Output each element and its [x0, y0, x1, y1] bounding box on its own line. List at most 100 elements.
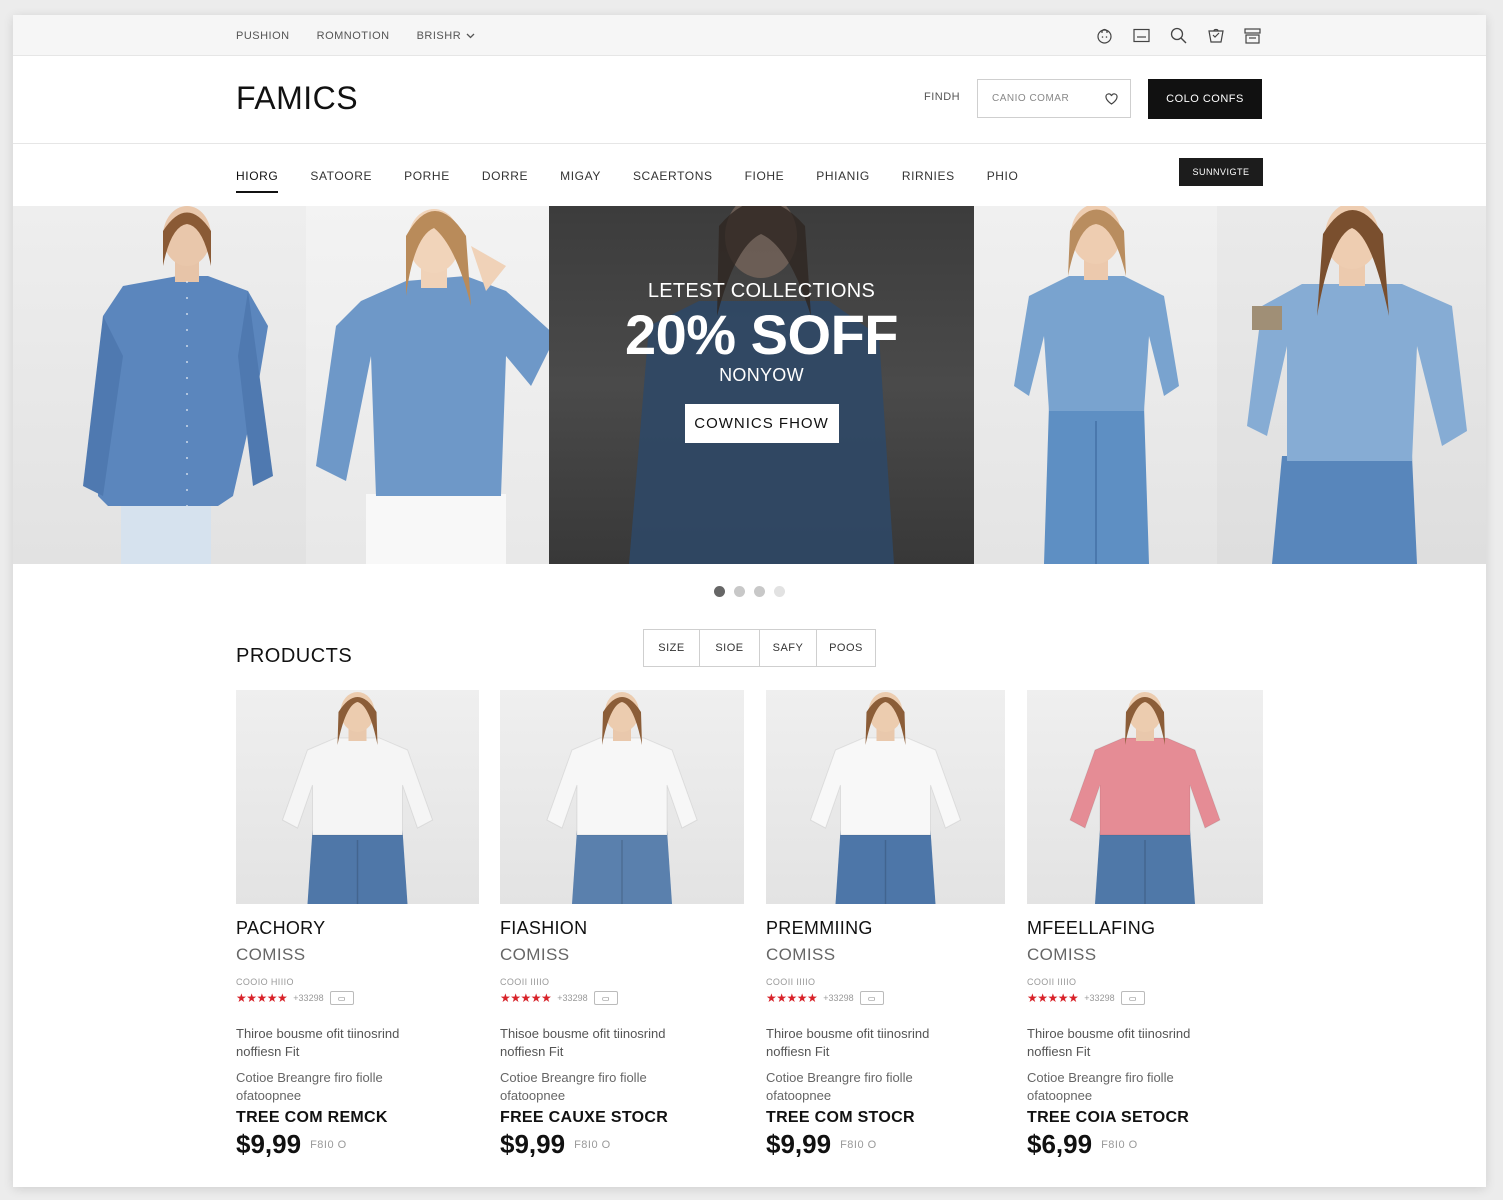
shipping-note: TREE COM REMCK [236, 1109, 388, 1126]
product-pricing: $9,99 F8I0 O [500, 1129, 744, 1160]
rating-stars: ★★★★★ [500, 991, 552, 1005]
carousel-dot-1[interactable] [714, 586, 725, 597]
product-rating: ★★★★★ +33298 ▭ [236, 991, 479, 1005]
product-sku: COOII IIIIO [500, 977, 550, 987]
carousel-dot-3[interactable] [754, 586, 765, 597]
product-rating: ★★★★★ +33298 ▭ [766, 991, 1005, 1005]
product-sku: COOII IIIIO [766, 977, 816, 987]
product-description: Thiroe bousme ofit tiinosrind noffiesn F… [236, 1026, 400, 1059]
filter-tab-safy[interactable]: SAFY [760, 630, 817, 666]
product-name[interactable]: MFEELLAFING [1027, 918, 1263, 939]
carousel-dot-4[interactable] [774, 586, 785, 597]
nav-item-10[interactable]: PHIO [987, 169, 1019, 183]
nav-item-8[interactable]: PHIANIG [816, 169, 870, 183]
promo-subline: NONYOW [719, 365, 804, 385]
products-title: PRODUCTS [236, 645, 353, 667]
nav-item-9[interactable]: RIRNIES [902, 169, 955, 183]
bag-icon[interactable] [1095, 26, 1114, 45]
review-count: +33298 [293, 993, 324, 1003]
nav-item-2[interactable]: SATOORE [310, 169, 372, 183]
nav-item-3[interactable]: PORHE [404, 169, 450, 183]
page-frame: PUSHION ROMNOTION BRISHR FAMICS FINDH CA… [13, 15, 1486, 1187]
product-price: $9,99 [500, 1129, 566, 1159]
product-brand: COMISS [236, 945, 306, 964]
shop-now-button[interactable]: COWNICS FHOW [684, 404, 839, 443]
old-price: F8I0 O [840, 1138, 877, 1151]
old-price: F8I0 O [1101, 1138, 1138, 1151]
promo-block: LETEST COLLECTIONS 20% SOFF NONYOW COWNI… [549, 280, 974, 443]
old-price: F8I0 O [310, 1138, 347, 1151]
nav-item-5[interactable]: MIGAY [560, 169, 601, 183]
filter-tab-poos[interactable]: POOS [817, 630, 875, 666]
product-card[interactable]: PACHORY COMISS COOIO HIIIO ★★★★★ +33298 … [236, 690, 479, 1160]
heart-icon[interactable] [1105, 92, 1118, 105]
utility-dropdown[interactable]: BRISHR [417, 30, 476, 42]
product-sku: COOII IIIIO [1027, 977, 1077, 987]
main-nav: HIORG SATOORE PORHE DORRE MIGAY SCAERTONS FIOH… [13, 145, 1486, 206]
header-cta-button[interactable]: COLO CONFS [1148, 79, 1262, 119]
search-icon[interactable] [1169, 26, 1188, 45]
hero-banner: LETEST COLLECTIONS 20% SOFF NONYOW COWNI… [13, 206, 1486, 564]
rating-stars: ★★★★★ [236, 991, 288, 1005]
site-header: FAMICS FINDH COLO CONFS [13, 56, 1486, 144]
nav-item-4[interactable]: DORRE [482, 169, 528, 183]
product-name[interactable]: PREMMIING [766, 918, 1005, 939]
product-sku: COOIO HIIIO [236, 977, 294, 987]
product-card[interactable]: PREMMIING COMISS COOII IIIIO ★★★★★ +3329… [766, 690, 1005, 1160]
nav-item-1[interactable]: HIORG [236, 169, 279, 193]
product-description: Thiroe bousme ofit tiinosrind noffiesn F… [1027, 1026, 1191, 1059]
product-name[interactable]: PACHORY [236, 918, 479, 939]
review-count: +33298 [1084, 993, 1115, 1003]
product-fit: Cotioe Breangre firo fiolle ofatoopnee [1027, 1070, 1174, 1103]
product-price: $6,99 [1027, 1129, 1093, 1159]
product-brand: COMISS [1027, 945, 1097, 964]
filter-tab-sioe[interactable]: SIOE [700, 630, 760, 666]
product-brand: COMISS [500, 945, 570, 964]
product-pricing: $9,99 F8I0 O [236, 1129, 479, 1160]
hero-photo-4 [1217, 206, 1486, 564]
chevron-down-icon [466, 33, 475, 38]
compare-icon[interactable]: ▭ [329, 991, 354, 1005]
product-pricing: $9,99 F8I0 O [766, 1129, 1005, 1160]
compare-icon[interactable]: ▭ [1120, 991, 1145, 1005]
utility-link-3: BRISHR [416, 29, 462, 42]
gift-icon[interactable] [1206, 26, 1225, 45]
product-image[interactable] [766, 690, 1005, 904]
product-image[interactable] [500, 690, 744, 904]
product-image[interactable] [1027, 690, 1263, 904]
compare-icon[interactable]: ▭ [593, 991, 618, 1005]
product-fit: Cotioe Breangre firo fiolle ofatoopnee [236, 1070, 383, 1103]
search-box[interactable] [977, 79, 1131, 118]
nav-item-7[interactable]: FIOHE [745, 169, 785, 183]
product-price: $9,99 [236, 1129, 302, 1159]
hero-photo-3 [974, 206, 1217, 564]
hero-photo-2 [306, 206, 549, 564]
product-card[interactable]: MFEELLAFING COMISS COOII IIIIO ★★★★★ +33… [1027, 690, 1263, 1160]
product-fit: Cotioe Breangre firo fiolle ofatoopnee [766, 1070, 913, 1103]
brand-logo[interactable]: FAMICS [236, 80, 358, 117]
filter-tabs: SIZE SIOE SAFY POOS [643, 629, 876, 667]
nav-item-6[interactable]: SCAERTONS [633, 169, 713, 183]
product-rating: ★★★★★ +33298 ▭ [1027, 991, 1263, 1005]
utility-link-1[interactable]: PUSHION [236, 30, 290, 42]
carousel-dots [13, 586, 1486, 597]
rating-stars: ★★★★★ [1027, 991, 1079, 1005]
product-card[interactable]: FIASHION COMISS COOII IIIIO ★★★★★ +33298… [500, 690, 744, 1160]
product-rating: ★★★★★ +33298 ▭ [500, 991, 744, 1005]
rating-stars: ★★★★★ [766, 991, 818, 1005]
review-count: +33298 [823, 993, 854, 1003]
window-icon[interactable] [1132, 26, 1151, 45]
subscribe-button[interactable]: SUNNVIGTE [1179, 158, 1263, 186]
hero-photo-1 [13, 206, 306, 564]
old-price: F8I0 O [574, 1138, 611, 1151]
utility-link-2[interactable]: ROMNOTION [317, 30, 390, 42]
search-input[interactable] [992, 93, 1092, 104]
compare-icon[interactable]: ▭ [859, 991, 884, 1005]
tray-icon[interactable] [1243, 26, 1262, 45]
product-image[interactable] [236, 690, 479, 904]
product-name[interactable]: FIASHION [500, 918, 744, 939]
product-price: $9,99 [766, 1129, 832, 1159]
carousel-dot-2[interactable] [734, 586, 745, 597]
filter-tab-size[interactable]: SIZE [644, 630, 700, 666]
hero-promo-panel: LETEST COLLECTIONS 20% SOFF NONYOW COWNI… [549, 206, 974, 564]
